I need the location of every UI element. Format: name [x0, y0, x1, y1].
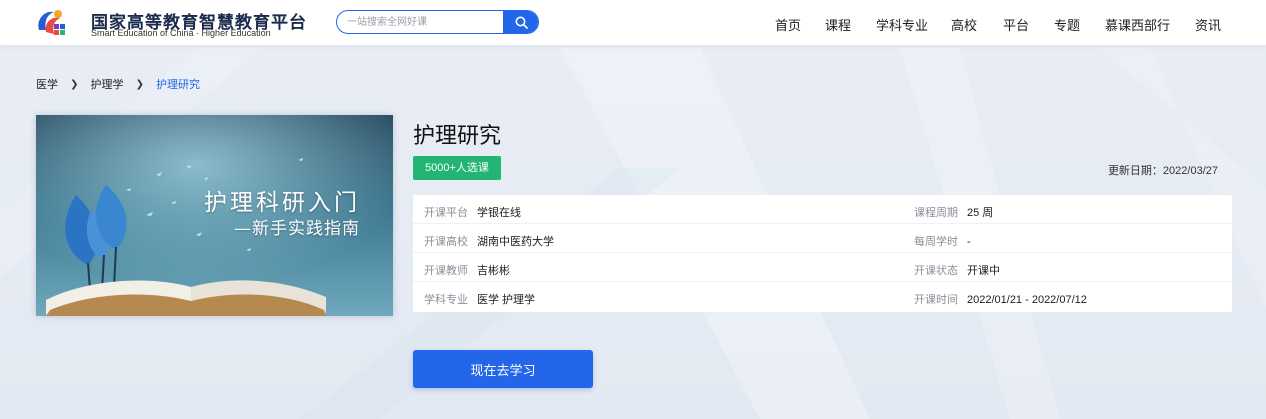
- info-value[interactable]: 医学 护理学: [477, 294, 535, 306]
- info-value: 25 周: [967, 207, 994, 219]
- info-value: 2022/01/21 - 2022/07/12: [967, 294, 1087, 306]
- info-label: 开课时间: [914, 294, 958, 306]
- info-row: 开课平台 学银在线 课程周期 25 周: [413, 195, 1232, 224]
- info-value[interactable]: 学银在线: [477, 207, 521, 219]
- top-header: 国家高等教育智慧教育平台 Smart Education of China · …: [0, 0, 1266, 46]
- info-row: 学科专业 医学 护理学 开课时间 2022/01/21 - 2022/07/12: [413, 282, 1232, 311]
- info-label: 开课教师: [424, 265, 468, 277]
- nav-subjects[interactable]: 学科专业: [876, 15, 928, 34]
- update-date: 更新日期：2022/03/27: [1107, 165, 1218, 177]
- info-row: 开课教师 吉彬彬 开课状态 开课中: [413, 253, 1232, 282]
- nav-topics[interactable]: 专题: [1054, 15, 1080, 34]
- nav-platforms[interactable]: 平台: [1003, 15, 1029, 34]
- enroll-count-badge: 5000+人选课: [413, 156, 501, 180]
- nav-universities[interactable]: 高校: [951, 15, 977, 34]
- start-learning-button[interactable]: 现在去学习: [413, 350, 593, 388]
- platform-logo[interactable]: [36, 8, 68, 38]
- nav-home[interactable]: 首页: [775, 15, 801, 34]
- info-cell-subject: 学科专业 医学 护理学: [424, 291, 535, 307]
- nav-news[interactable]: 资讯: [1195, 15, 1221, 34]
- brand-subtitle: Smart Education of China · Higher Educat…: [91, 28, 271, 38]
- chevron-right-icon: ❯: [70, 78, 79, 90]
- info-cell-platform: 开课平台 学银在线: [424, 204, 521, 220]
- info-label: 开课平台: [424, 207, 468, 219]
- info-value: 吉彬彬: [477, 265, 510, 277]
- cover-title-line1: 护理科研入门: [204, 190, 360, 216]
- cover-title-line2: —新手实践指南: [234, 219, 360, 239]
- info-label: 学科专业: [424, 294, 468, 306]
- breadcrumb-current: 护理研究: [156, 79, 201, 91]
- info-cell-status: 开课状态 开课中: [914, 262, 1000, 278]
- course-cover-image[interactable]: 护理科研入门 —新手实践指南: [36, 115, 393, 316]
- info-label: 每周学时: [914, 236, 958, 248]
- chevron-right-icon: ❯: [135, 78, 144, 90]
- search-input[interactable]: [337, 11, 505, 33]
- search-button[interactable]: [503, 11, 538, 33]
- info-cell-weekly-hours: 每周学时 -: [914, 233, 971, 249]
- nav-courses[interactable]: 课程: [825, 15, 851, 34]
- search-box: [336, 10, 539, 34]
- info-cell-school: 开课高校 湖南中医药大学: [424, 233, 554, 249]
- info-label: 开课状态: [914, 265, 958, 277]
- info-value: 开课中: [967, 265, 1000, 277]
- info-value[interactable]: 湖南中医药大学: [477, 236, 554, 248]
- course-info-table: 开课平台 学银在线 课程周期 25 周 开课高校 湖南中医药大学 每周学时 - 开课教师…: [413, 195, 1232, 312]
- info-cell-teacher: 开课教师 吉彬彬: [424, 262, 510, 278]
- breadcrumb-item-medicine[interactable]: 医学: [36, 76, 58, 92]
- info-cell-time: 开课时间 2022/01/21 - 2022/07/12: [914, 291, 1087, 307]
- info-row: 开课高校 湖南中医药大学 每周学时 -: [413, 224, 1232, 253]
- info-label: 课程周期: [914, 207, 958, 219]
- course-title: 护理研究: [413, 123, 502, 148]
- info-cell-period: 课程周期 25 周: [914, 204, 993, 220]
- breadcrumb: 医学 ❯ 护理学 ❯ 护理研究: [36, 76, 200, 92]
- breadcrumb-item-nursing[interactable]: 护理学: [91, 76, 124, 92]
- info-value: -: [967, 236, 971, 248]
- nav-mooc-west[interactable]: 慕课西部行: [1105, 15, 1170, 34]
- search-icon: [515, 16, 528, 29]
- info-label: 开课高校: [424, 236, 468, 248]
